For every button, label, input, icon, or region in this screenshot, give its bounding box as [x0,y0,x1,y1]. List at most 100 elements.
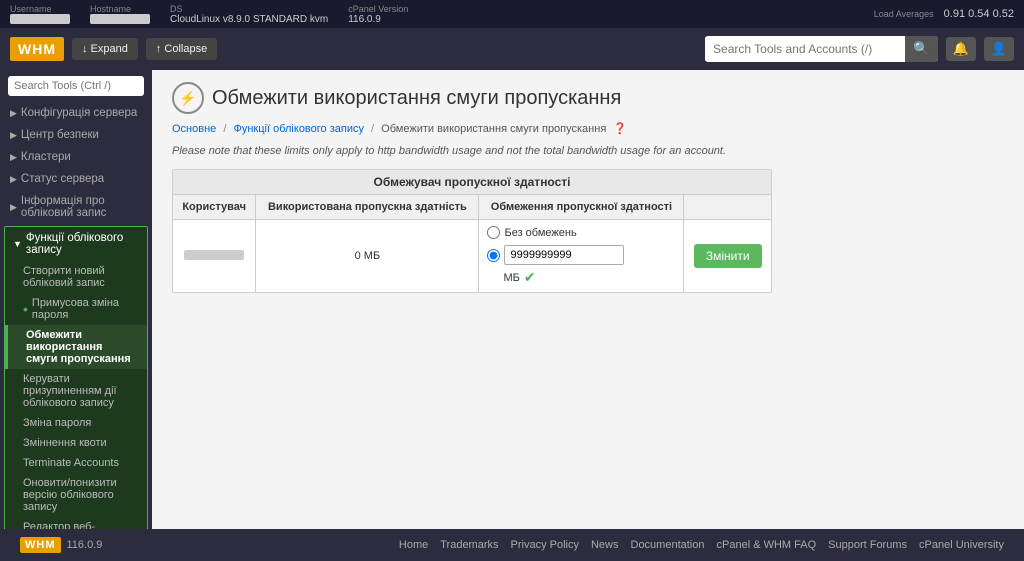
sidebar-item-status[interactable]: ▶ Статус сервера [0,168,152,190]
bandwidth-input[interactable] [504,245,624,265]
breadcrumb-sep-1: / [223,123,226,135]
sidebar-subitem-terminate-label: Terminate Accounts [23,457,119,469]
footer-whm-logo: WHM [20,537,61,553]
cpanel-field: cPanel Version 116.0.9 [348,4,408,25]
bell-icon-button[interactable]: 🔔 [946,37,976,61]
expand-button[interactable]: ↓ Expand [72,38,138,60]
chevron-right-icon: ▶ [10,108,17,119]
cpanel-label: cPanel Version [348,4,408,14]
breadcrumb-sep-2: / [371,123,374,135]
username-field: Username [10,4,70,25]
ds-field: DS CloudLinux v8.9.0 STANDARD kvm [170,4,328,25]
sidebar-subitem-terminate[interactable]: Terminate Accounts [5,453,147,473]
footer-link-university[interactable]: cPanel University [919,539,1004,551]
breadcrumb-current: Обмежити використання смуги пропускання [381,123,606,135]
sidebar-subitem-create-account[interactable]: Створити новий обліковий запис [5,261,147,293]
footer-link-news[interactable]: News [591,539,619,551]
bandwidth-data-table: Користувач Використована пропускна здатн… [173,195,771,292]
sidebar-item-clusters[interactable]: ▶ Кластери [0,146,152,168]
sidebar-subitem-quota-label: Зміннення квоти [23,437,107,449]
sidebar-subitem-upgrade[interactable]: Оновити/понизити версію облікового запис… [5,473,147,517]
footer-link-docs[interactable]: Documentation [631,539,705,551]
bullet-icon: • [23,301,28,317]
sidebar-search-input[interactable] [8,76,144,96]
breadcrumb: Основне / Функції облікового запису / Об… [172,122,1004,135]
username-label: Username [10,4,70,14]
chevron-down-icon: ▼ [13,239,22,249]
footer-link-faq[interactable]: cPanel & WHM FAQ [717,539,817,551]
chevron-right-icon: ▶ [10,152,17,163]
sidebar-subitem-web-templates[interactable]: Редактор веб-шаблонів [5,517,147,529]
page-icon: ⚡ [172,82,204,114]
page-title: Обмежити використання смуги пропускання [212,87,621,110]
limited-radio[interactable] [487,249,500,262]
collapse-button[interactable]: ↑ Collapse [146,38,217,60]
change-button[interactable]: Змінити [694,244,762,268]
footer-link-privacy[interactable]: Privacy Policy [511,539,579,551]
hostname-value [90,14,150,24]
limit-cell: Без обмежень МБ ✔ [479,220,684,293]
footer-version: 116.0.9 [67,539,103,551]
footer-logo: WHM 116.0.9 [20,537,102,553]
footer-link-home[interactable]: Home [399,539,428,551]
sidebar-subitem-change-password[interactable]: Зміна пароля [5,413,147,433]
search-input[interactable] [705,37,905,61]
footer: WHM 116.0.9 Home Trademarks Privacy Poli… [0,529,1024,561]
sidebar-subitem-change-password-label: Зміна пароля [23,417,91,429]
whm-logo: WHM [10,37,64,61]
chevron-right-icon: ▶ [10,202,17,213]
content-area: ⚡ Обмежити використання смуги пропусканн… [152,70,1024,529]
sidebar-item-config-label: Конфігурація сервера [21,107,137,119]
breadcrumb-account-link[interactable]: Функції облікового запису [233,123,364,135]
sidebar-subitem-create-account-label: Створити новий обліковий запис [23,265,105,289]
unlimited-radio-label[interactable]: Без обмежень [487,226,576,239]
sidebar-subitem-force-password[interactable]: • Примусова зміна пароля [5,293,147,325]
col-used-header: Використована пропускна здатність [256,195,479,220]
sidebar-subitem-upgrade-label: Оновити/понизити версію облікового запис… [23,477,117,513]
mb-input-row [487,245,624,265]
used-bw-cell: 0 МБ [256,220,479,293]
user-cell [173,220,256,293]
table-row: 0 МБ Без обмежень [173,220,771,293]
footer-link-trademarks[interactable]: Trademarks [440,539,498,551]
sidebar-subitem-force-password-label: Примусова зміна пароля [32,297,137,321]
user-value-blurred [184,250,244,260]
header: WHM ↓ Expand ↑ Collapse 🔍 🔔 👤 [0,28,1024,70]
load-label: Load Averages [874,9,934,19]
sidebar-item-account-functions-label: Функції облікового запису [26,232,139,256]
sidebar-item-security[interactable]: ▶ Центр безпеки [0,124,152,146]
footer-link-forums[interactable]: Support Forums [828,539,907,551]
sidebar-subitem-suspend[interactable]: Керувати призупиненням дії облікового за… [5,369,147,413]
ds-value: CloudLinux v8.9.0 STANDARD kvm [170,14,328,25]
main-layout: ▶ Конфігурація сервера ▶ Центр безпеки ▶… [0,70,1024,529]
breadcrumb-home-link[interactable]: Основне [172,123,216,135]
sidebar-item-account-functions[interactable]: ▼ Функції облікового запису [5,227,147,261]
ds-label: DS [170,4,328,14]
col-action-header [684,195,771,220]
mb-label: МБ [503,272,519,284]
col-user-header: Користувач [173,195,256,220]
sidebar-subitem-suspend-label: Керувати призупиненням дії облікового за… [23,373,117,409]
sidebar-subitem-quota[interactable]: Зміннення квоти [5,433,147,453]
sidebar-account-functions-group: ▼ Функції облікового запису Створити нов… [4,226,148,529]
sidebar-subitem-bandwidth[interactable]: Обмежити використання смуги пропускання [5,325,147,369]
sidebar-item-security-label: Центр безпеки [21,129,99,141]
help-icon[interactable]: ❓ [613,123,627,135]
sidebar-item-account-info[interactable]: ▶ Інформація про обліковий запис [0,190,152,224]
sidebar-search-container [0,70,152,102]
unlimited-radio-text: Без обмежень [504,227,576,239]
top-bar: Username Hostname DS CloudLinux v8.9.0 S… [0,0,1024,28]
unlimited-radio[interactable] [487,226,500,239]
action-cell: Змінити [684,220,771,293]
top-bar-right: Load Averages 0.91 0.54 0.52 [874,8,1014,20]
hostname-field: Hostname [90,4,150,25]
page-header: ⚡ Обмежити використання смуги пропусканн… [172,82,1004,114]
sidebar-item-config[interactable]: ▶ Конфігурація сервера [0,102,152,124]
limit-radio-group: Без обмежень МБ ✔ [487,226,675,286]
chevron-right-icon: ▶ [10,174,17,185]
user-icon-button[interactable]: 👤 [984,37,1014,61]
search-button[interactable]: 🔍 [905,36,938,62]
table-title: Обмежувач пропускної здатності [173,170,771,195]
sidebar: ▶ Конфігурація сервера ▶ Центр безпеки ▶… [0,70,152,529]
sidebar-item-clusters-label: Кластери [21,151,71,163]
